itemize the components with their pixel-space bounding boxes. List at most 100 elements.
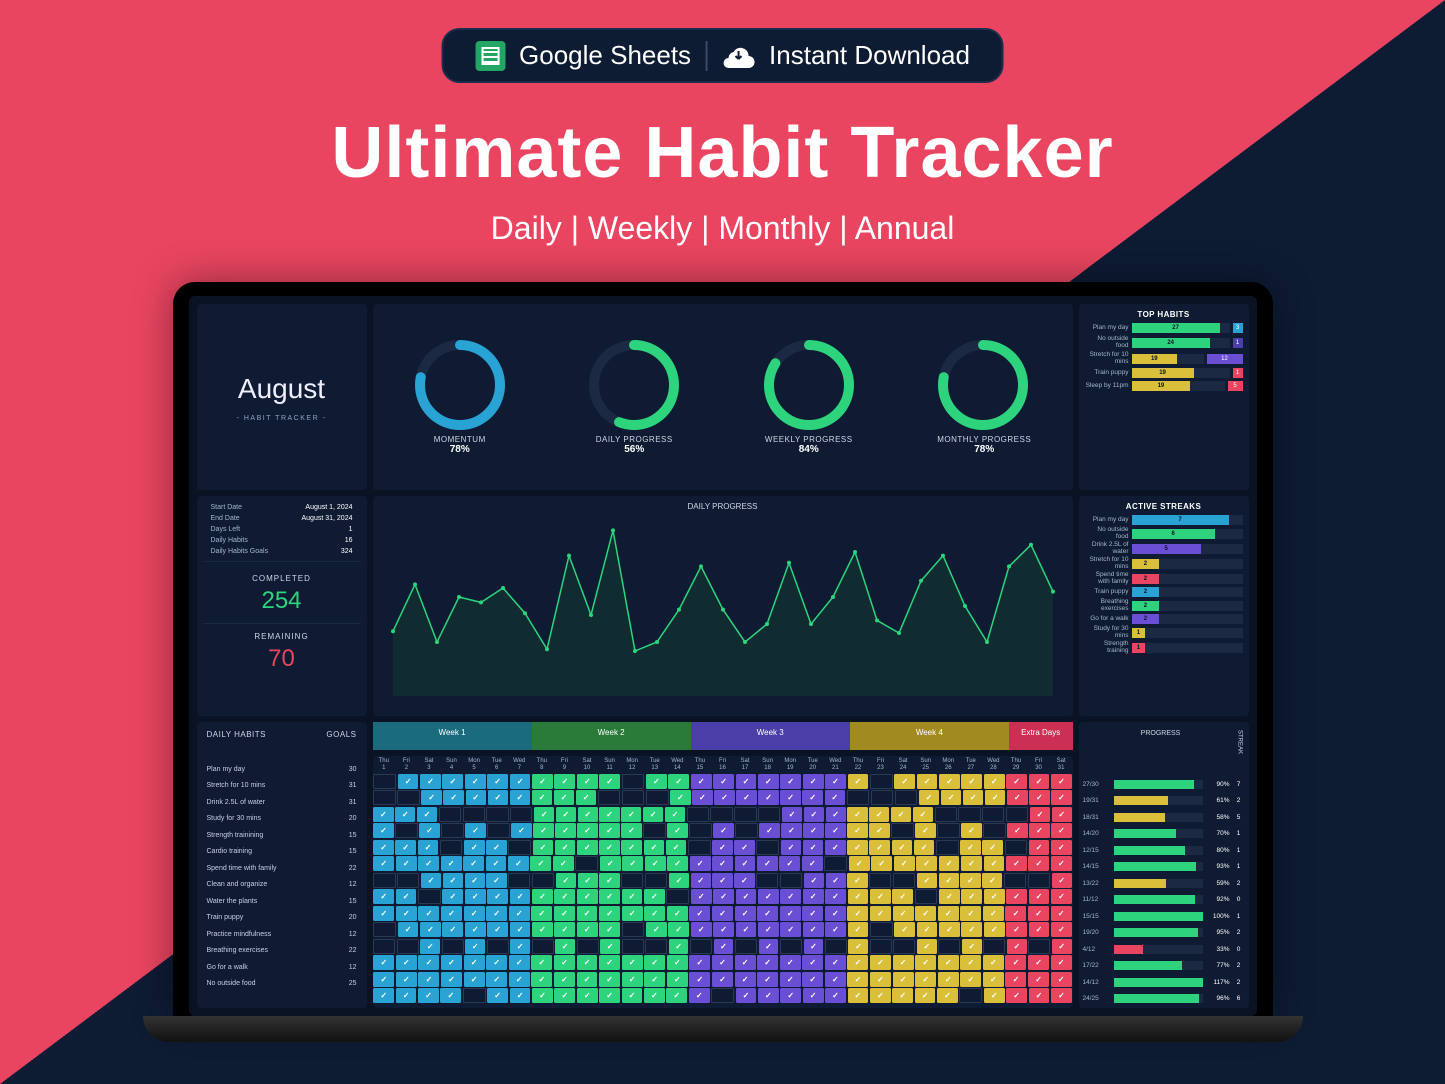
habit-cell[interactable] [961,823,981,838]
habit-cell[interactable] [533,823,553,838]
habit-cell[interactable] [486,955,507,970]
habit-cell[interactable] [1007,939,1027,954]
habit-cell[interactable] [1007,823,1027,838]
habit-cell[interactable] [847,790,869,805]
habit-cell[interactable] [937,988,958,1003]
habit-cell[interactable] [689,988,710,1003]
habit-cell[interactable] [892,840,913,855]
habit-cell[interactable] [644,840,665,855]
habit-cell[interactable] [599,840,620,855]
habit-cell[interactable] [396,906,417,921]
habit-cell[interactable] [915,823,935,838]
habit-cell[interactable] [848,939,868,954]
habit-cell[interactable] [848,988,869,1003]
habit-cell[interactable] [556,873,576,888]
habit-cell[interactable] [373,840,394,855]
habit-cell[interactable] [735,955,756,970]
habit-cell[interactable] [599,889,620,904]
habit-cell[interactable] [373,774,396,789]
habit-cell[interactable] [917,873,937,888]
habit-cell[interactable] [666,988,687,1003]
habit-cell[interactable] [804,873,824,888]
habit-cell[interactable] [486,906,507,921]
habit-cell[interactable] [914,840,935,855]
habit-cell[interactable] [917,922,938,937]
habit-cell[interactable] [893,955,914,970]
habit-cell[interactable] [803,840,824,855]
habit-cell[interactable] [916,856,937,871]
habit-cell[interactable] [373,889,394,904]
habit-cell[interactable] [847,972,868,987]
habit-cell[interactable] [758,922,779,937]
habit-cell[interactable] [622,922,645,937]
habit-cell[interactable] [668,922,689,937]
habit-cell[interactable] [418,906,439,921]
habit-cell[interactable] [440,840,463,855]
habit-cell[interactable] [892,889,913,904]
habit-cell[interactable] [826,873,846,888]
habit-cell[interactable] [508,840,531,855]
habit-cell[interactable] [396,955,417,970]
habit-cell[interactable] [691,873,711,888]
habit-cell[interactable] [826,807,846,822]
habit-cell[interactable] [487,889,508,904]
habit-cell[interactable] [802,972,823,987]
habit-cell[interactable] [804,939,824,954]
habit-cell[interactable] [577,939,599,954]
habit-cell[interactable] [1028,972,1049,987]
habit-cell[interactable] [621,840,642,855]
habit-cell[interactable] [554,889,575,904]
habit-cell[interactable] [915,972,936,987]
habit-cell[interactable] [1030,807,1050,822]
habit-cell[interactable] [712,972,733,987]
habit-cell[interactable] [397,790,419,805]
habit-cell[interactable] [939,856,960,871]
habit-cell[interactable] [802,906,823,921]
habit-cell[interactable] [373,955,394,970]
habit-cell[interactable] [757,856,778,871]
habit-cell[interactable] [758,988,779,1003]
habit-cell[interactable] [938,939,960,954]
habit-cell[interactable] [1006,922,1027,937]
habit-cell[interactable] [645,873,667,888]
habit-cell[interactable] [396,889,417,904]
habit-cell[interactable] [983,906,1004,921]
habit-cell[interactable] [1051,856,1072,871]
habit-cell[interactable] [736,889,757,904]
habit-cell[interactable] [802,955,823,970]
habit-cell[interactable] [757,955,778,970]
habit-cell[interactable] [1028,906,1049,921]
habit-cell[interactable] [781,840,802,855]
habit-cell[interactable] [736,774,757,789]
habit-cell[interactable] [736,790,756,805]
habit-cell[interactable] [442,939,464,954]
habit-cell[interactable] [488,790,508,805]
habit-cell[interactable] [963,790,983,805]
habit-cell[interactable] [463,988,486,1003]
habit-cell[interactable] [554,922,575,937]
habit-cell[interactable] [643,823,665,838]
habit-cell[interactable] [713,922,734,937]
habit-cell[interactable] [712,856,733,871]
habit-cell[interactable] [508,856,529,871]
habit-cell[interactable] [418,856,439,871]
habit-cell[interactable] [555,840,576,855]
habit-cell[interactable] [645,939,667,954]
habit-cell[interactable] [486,873,506,888]
habit-cell[interactable] [1051,840,1072,855]
habit-cell[interactable] [510,922,531,937]
habit-cell[interactable] [622,856,643,871]
habit-cell[interactable] [645,856,666,871]
habit-cell[interactable] [758,889,779,904]
habit-cell[interactable] [443,790,463,805]
habit-cell[interactable] [1007,790,1027,805]
habit-cell[interactable] [666,889,689,904]
habit-cell[interactable] [599,906,620,921]
habit-cell[interactable] [487,774,508,789]
habit-cell[interactable] [465,873,485,888]
habit-cell[interactable] [417,807,437,822]
habit-cell[interactable] [508,873,530,888]
habit-cell[interactable] [441,972,462,987]
habit-cell[interactable] [713,823,733,838]
habit-cell[interactable] [1006,807,1028,822]
